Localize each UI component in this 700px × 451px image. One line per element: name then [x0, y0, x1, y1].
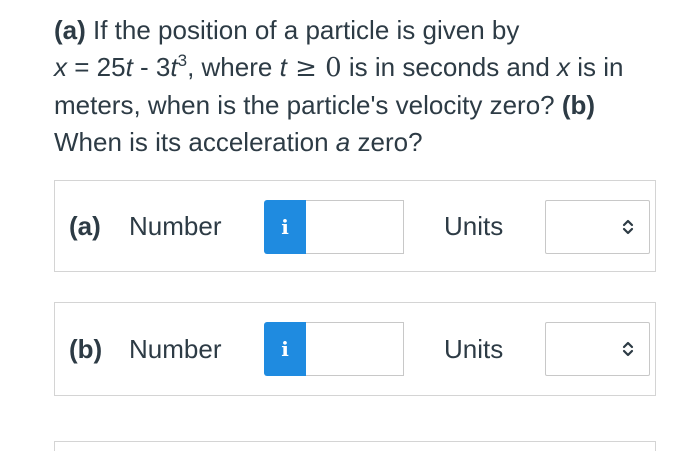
eq-part: = 25	[67, 52, 126, 82]
units-label: Units	[444, 334, 504, 364]
var-t: t	[279, 52, 287, 82]
number-label: Number	[129, 211, 222, 241]
number-input[interactable]	[306, 322, 404, 376]
answer-row-b: (b) Number i Units	[54, 302, 656, 396]
number-label: Number	[129, 334, 222, 364]
eq-part: , where	[187, 52, 280, 82]
eq-part: - 3	[132, 52, 171, 82]
var-a: a	[335, 127, 351, 157]
info-icon[interactable]: i	[264, 322, 306, 376]
part-b-tag: (b)	[561, 90, 596, 120]
exponent: 3	[177, 51, 188, 70]
part-a-tag: (a)	[54, 15, 86, 45]
var-t: t	[170, 52, 178, 82]
eq-part: is in seconds and	[341, 52, 558, 82]
units-label: Units	[444, 211, 504, 241]
var-x: x	[557, 52, 571, 82]
info-icon[interactable]: i	[264, 200, 306, 254]
next-panel-edge	[54, 441, 656, 451]
units-select[interactable]	[545, 322, 650, 376]
var-x: x	[54, 52, 67, 82]
answer-row-a: (a) Number i Units	[54, 180, 656, 272]
chevron-updown-icon	[622, 341, 634, 357]
part-label: (a)	[69, 211, 101, 241]
units-select[interactable]	[545, 200, 650, 254]
var-t: t	[125, 52, 133, 82]
part-label: (b)	[69, 334, 103, 364]
question-line1: If the position of a particle is given b…	[85, 15, 520, 45]
question-text: (a) If the position of a particle is giv…	[54, 12, 654, 161]
number-input[interactable]	[306, 200, 404, 254]
chevron-updown-icon	[622, 219, 634, 235]
question-end: zero?	[350, 127, 423, 157]
question-part-b: When is its acceleration	[54, 127, 336, 157]
condition: ≥ 0	[286, 53, 342, 83]
